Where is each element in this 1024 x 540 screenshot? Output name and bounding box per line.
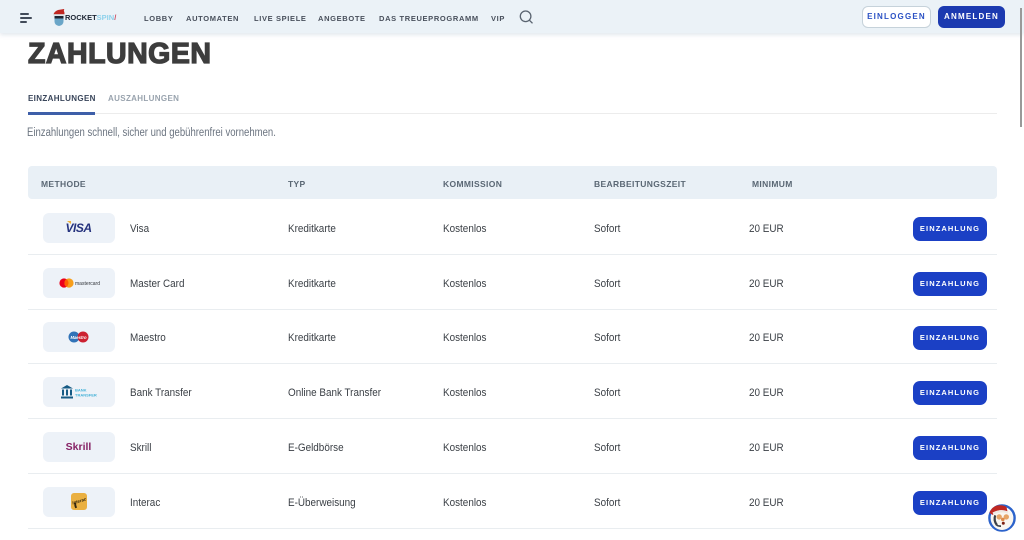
svg-text:TRANSFER: TRANSFER [75,393,97,398]
svg-text:Maestro: Maestro [70,335,86,340]
svg-text:mastercard: mastercard [75,281,100,287]
